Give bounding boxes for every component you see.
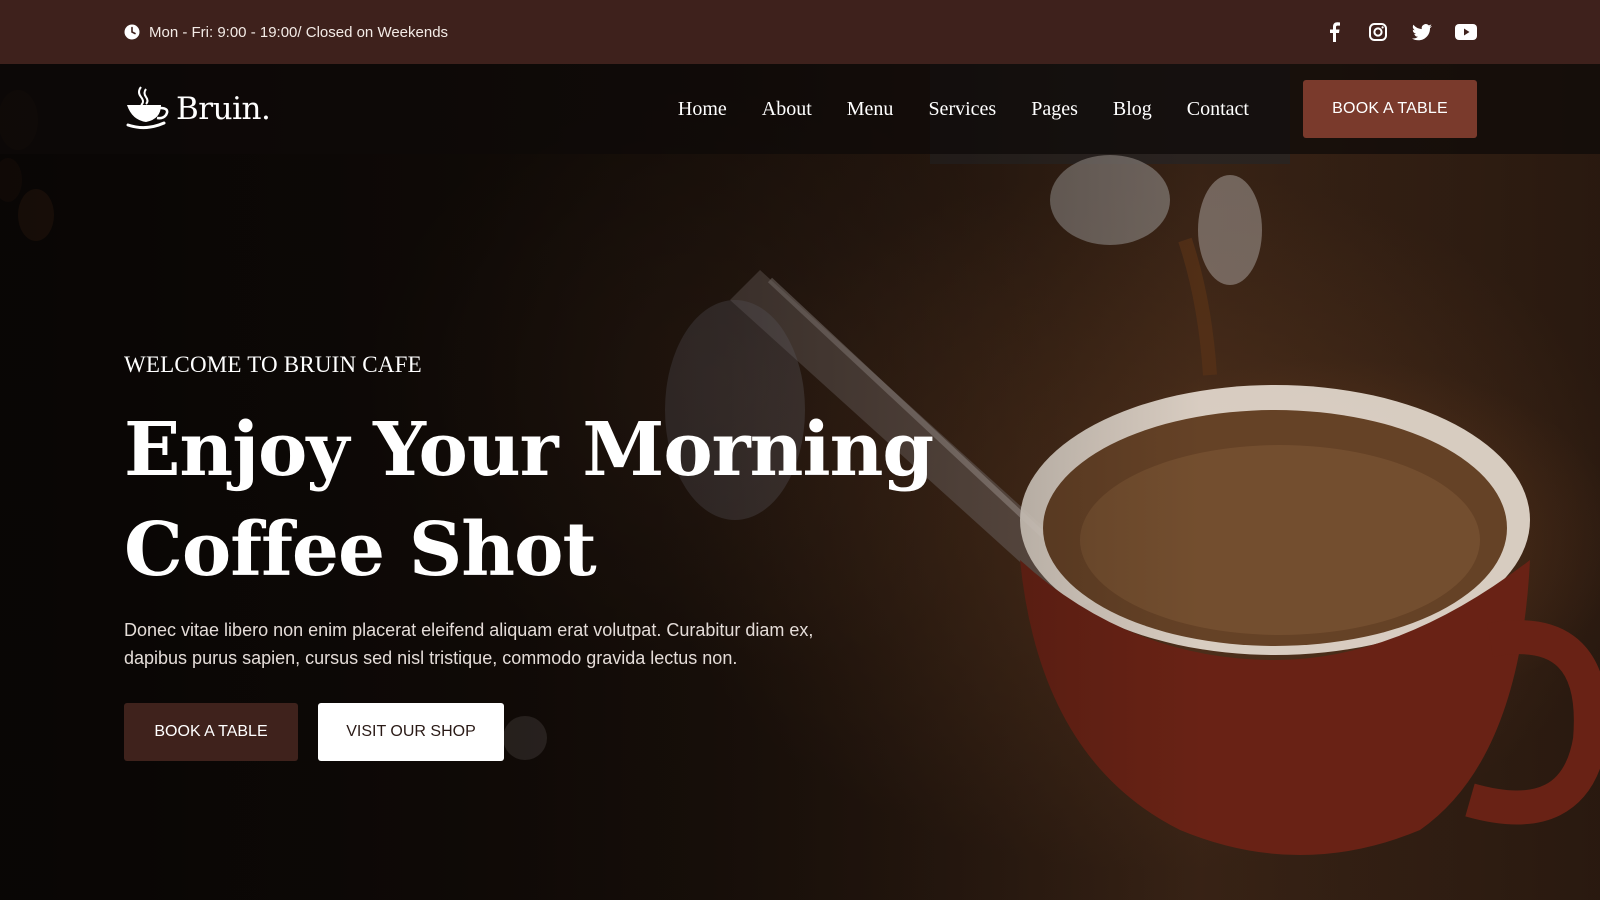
nav-link-about[interactable]: About (762, 98, 812, 121)
nav-link-menu[interactable]: Menu (847, 98, 894, 121)
nav-link-blog[interactable]: Blog (1113, 98, 1152, 121)
nav-link-contact[interactable]: Contact (1187, 98, 1249, 121)
youtube-icon[interactable] (1455, 21, 1477, 43)
logo[interactable]: Bruin. (124, 83, 271, 136)
instagram-icon[interactable] (1367, 21, 1389, 43)
logo-text: Bruin. (176, 91, 271, 127)
hero-eyebrow: WELCOME TO BRUIN CAFE (124, 352, 422, 377)
nav-link-services[interactable]: Services (928, 98, 996, 121)
nav-link-pages[interactable]: Pages (1031, 98, 1078, 121)
opening-hours: Mon - Fri: 9:00 - 19:00/ Closed on Weeke… (124, 24, 448, 41)
book-table-nav-button[interactable]: BOOK A TABLE (1303, 80, 1477, 138)
hero-headline-line-2: Coffee Shot (124, 507, 597, 593)
top-bar: Mon - Fri: 9:00 - 19:00/ Closed on Weeke… (0, 0, 1600, 64)
hero-buttons: BOOK A TABLE VISIT OUR SHOP (124, 703, 944, 761)
nav-link-home[interactable]: Home (678, 98, 727, 121)
hero-description: Donec vitae libero non enim placerat ele… (124, 620, 814, 668)
coffee-cup-icon (124, 83, 172, 136)
clock-icon (124, 24, 140, 40)
nav-menu: Home About Menu Services Pages Blog Cont… (678, 98, 1249, 121)
hero-headline-line-1: Enjoy Your Morning (124, 407, 934, 493)
hero-headline: Enjoy Your Morning Coffee Shot (124, 400, 944, 600)
book-table-button[interactable]: BOOK A TABLE (124, 703, 298, 761)
visit-shop-button[interactable]: VISIT OUR SHOP (318, 703, 504, 761)
main-navbar: Bruin. Home About Menu Services Pages Bl… (0, 64, 1600, 154)
social-links (1323, 21, 1477, 43)
hero-content: WELCOME TO BRUIN CAFE Enjoy Your Morning… (124, 352, 944, 761)
facebook-icon[interactable] (1323, 21, 1345, 43)
twitter-icon[interactable] (1411, 21, 1433, 43)
opening-hours-text: Mon - Fri: 9:00 - 19:00/ Closed on Weeke… (149, 23, 449, 41)
